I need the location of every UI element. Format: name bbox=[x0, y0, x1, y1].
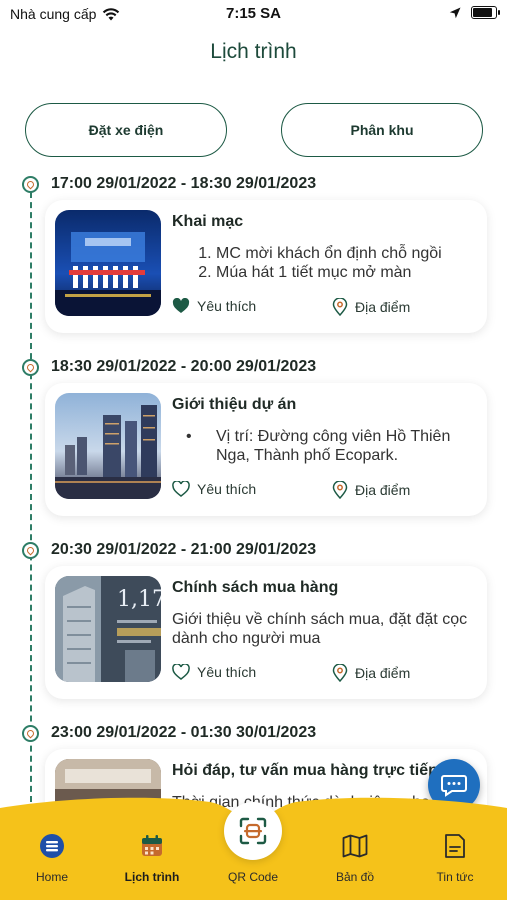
event-title: Hỏi đáp, tư vấn mua hàng trực tiếp bbox=[172, 762, 438, 779]
zones-button[interactable]: Phân khu bbox=[281, 103, 483, 157]
nav-schedule[interactable]: Lịch trình bbox=[112, 832, 192, 884]
timeline-marker-icon bbox=[22, 542, 39, 559]
list-item: Vị trí: Đường công viên Hồ Thiên Nga, Th… bbox=[186, 427, 477, 465]
nav-map[interactable]: Bản đồ bbox=[315, 832, 395, 884]
event-time: 23:00 29/01/2022 - 01:30 30/01/2023 bbox=[51, 724, 317, 741]
favorite-button[interactable]: Yêu thích bbox=[172, 298, 256, 314]
favorite-label: Yêu thích bbox=[197, 664, 257, 680]
nav-home-label: Home bbox=[35, 870, 68, 884]
heart-outline-icon bbox=[172, 664, 190, 680]
favorite-button[interactable]: Yêu thích bbox=[172, 481, 256, 497]
event-image bbox=[55, 393, 161, 499]
location-label: Địa điểm bbox=[355, 482, 411, 498]
list-item: Múa hát 1 tiết mục mở màn bbox=[216, 263, 477, 282]
location-button[interactable]: Địa điểm bbox=[332, 481, 410, 499]
event-time: 18:30 29/01/2022 - 20:00 29/01/2023 bbox=[51, 358, 317, 375]
location-button[interactable]: Địa điểm bbox=[332, 298, 410, 316]
page-title: Lịch trình bbox=[210, 40, 297, 63]
heart-filled-icon bbox=[172, 298, 190, 313]
timeline-marker-icon bbox=[22, 359, 39, 376]
event-card[interactable]: Giới thiệu dự án Vị trí: Đường công viên… bbox=[45, 383, 487, 516]
calendar-icon bbox=[138, 832, 166, 860]
home-icon bbox=[38, 832, 66, 860]
image-caption: 1,176 bbox=[117, 587, 161, 612]
timeline-line bbox=[30, 192, 32, 802]
favorite-label: Yêu thích bbox=[197, 481, 257, 497]
nav-news[interactable]: Tin tức bbox=[415, 832, 495, 884]
book-ev-button[interactable]: Đặt xe điện bbox=[25, 103, 227, 157]
nav-qr[interactable]: QR Code bbox=[213, 832, 293, 884]
nav-qr-label: QR Code bbox=[227, 870, 279, 884]
event-image: 1,176 bbox=[55, 576, 161, 682]
list-item: MC mời khách ổn định chỗ ngồi bbox=[216, 244, 477, 263]
event-card[interactable]: 1,176 Chính sách mua hàng Giới thiệu về … bbox=[45, 566, 487, 699]
event-title: Chính sách mua hàng bbox=[172, 579, 339, 596]
timeline-marker-icon bbox=[22, 176, 39, 193]
map-icon bbox=[341, 832, 369, 860]
event-image bbox=[55, 210, 161, 316]
status-bar: Nhà cung cấp 7:15 SA bbox=[0, 0, 507, 30]
location-arrow-icon bbox=[449, 7, 461, 18]
status-time: 7:15 SA bbox=[225, 5, 282, 22]
location-label: Địa điểm bbox=[355, 665, 411, 681]
event-description: Giới thiệu về chính sách mua, đặt đặt cọ… bbox=[172, 611, 468, 647]
map-pin-icon bbox=[332, 298, 348, 316]
nav-home[interactable]: Home bbox=[12, 832, 92, 884]
event-description: MC mời khách ổn định chỗ ngồi Múa hát 1 … bbox=[172, 244, 477, 282]
battery-icon bbox=[471, 6, 500, 19]
location-button[interactable]: Địa điểm bbox=[332, 664, 410, 682]
location-label: Địa điểm bbox=[355, 299, 411, 315]
timeline-marker-icon bbox=[22, 725, 39, 742]
map-pin-icon bbox=[332, 664, 348, 682]
bottom-nav: Home Lịch trình QR Code Bản đồ Tin tức bbox=[0, 790, 507, 900]
event-time: 20:30 29/01/2022 - 21:00 29/01/2023 bbox=[51, 541, 317, 558]
event-card[interactable]: Khai mạc MC mời khách ổn định chỗ ngồi M… bbox=[45, 200, 487, 333]
nav-map-label: Bản đồ bbox=[335, 870, 375, 884]
event-title: Khai mạc bbox=[172, 213, 244, 230]
map-pin-icon bbox=[332, 481, 348, 499]
nav-schedule-label: Lịch trình bbox=[124, 870, 180, 884]
nav-news-label: Tin tức bbox=[436, 870, 474, 884]
event-title: Giới thiệu dự án bbox=[172, 396, 297, 413]
news-icon bbox=[441, 832, 469, 860]
event-description: Vị trí: Đường công viên Hồ Thiên Nga, Th… bbox=[172, 427, 477, 465]
heart-outline-icon bbox=[172, 481, 190, 497]
event-time: 17:00 29/01/2022 - 18:30 29/01/2023 bbox=[51, 175, 317, 192]
favorite-label: Yêu thích bbox=[197, 298, 257, 314]
favorite-button[interactable]: Yêu thích bbox=[172, 664, 256, 680]
